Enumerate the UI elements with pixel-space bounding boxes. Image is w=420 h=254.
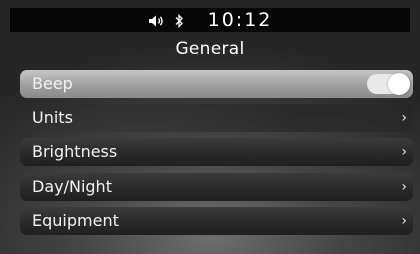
menu-item-day-night[interactable]: Day/Night › bbox=[20, 173, 413, 201]
menu-item-label: Brightness bbox=[32, 142, 118, 161]
menu-item-label: Equipment bbox=[32, 211, 119, 230]
menu-item-brightness[interactable]: Brightness › bbox=[20, 138, 413, 166]
menu-item-equipment[interactable]: Equipment › bbox=[20, 207, 413, 235]
chevron-right-icon: › bbox=[401, 213, 407, 229]
chevron-right-icon: › bbox=[401, 179, 407, 195]
status-bar-content: 10:12 bbox=[10, 8, 410, 32]
bluetooth-icon bbox=[174, 13, 184, 29]
status-bar: 10:12 bbox=[10, 8, 410, 32]
chevron-right-icon: › bbox=[401, 144, 407, 160]
device-screen: 10:12 General Beep Units › Brightness › … bbox=[0, 0, 420, 254]
toggle-knob bbox=[388, 73, 410, 95]
chevron-right-icon: › bbox=[401, 110, 407, 126]
menu-item-beep[interactable]: Beep bbox=[20, 70, 413, 98]
menu-item-label: Units bbox=[32, 108, 73, 127]
clock: 10:12 bbox=[207, 9, 273, 31]
menu-item-units[interactable]: Units › bbox=[20, 104, 413, 132]
page-title: General bbox=[175, 39, 245, 59]
speaker-icon bbox=[148, 13, 166, 27]
beep-toggle[interactable] bbox=[367, 73, 410, 95]
menu-item-label: Day/Night bbox=[32, 177, 112, 196]
menu-item-label: Beep bbox=[32, 74, 73, 93]
